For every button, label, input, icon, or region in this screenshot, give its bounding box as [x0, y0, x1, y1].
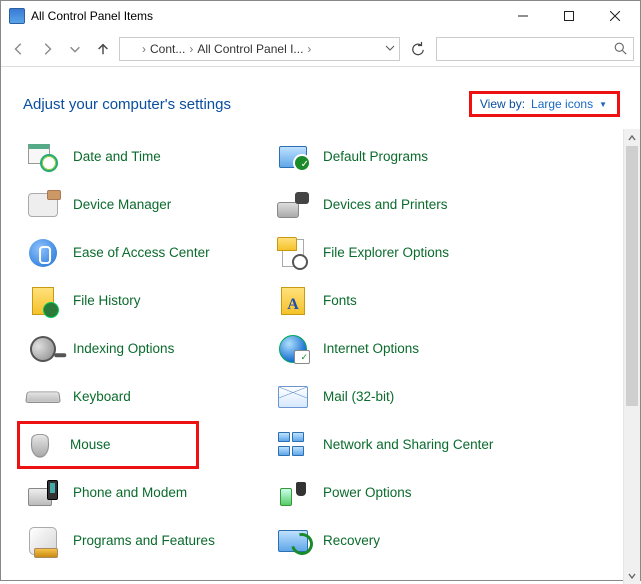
item-indexing-options[interactable]: Indexing Options [21, 325, 271, 373]
indexing-icon [25, 331, 61, 367]
search-input[interactable] [436, 37, 634, 61]
page-title: Adjust your computer's settings [23, 96, 469, 113]
ease-of-access-icon [25, 235, 61, 271]
minimize-button[interactable] [500, 1, 546, 31]
item-fonts[interactable]: A Fonts [271, 277, 591, 325]
item-device-manager[interactable]: Device Manager [21, 181, 271, 229]
mouse-icon [22, 427, 58, 463]
item-recovery[interactable]: Recovery [271, 517, 591, 565]
item-label: Network and Sharing Center [323, 437, 493, 453]
item-power-options[interactable]: Power Options [271, 469, 591, 517]
item-label: File History [73, 293, 141, 309]
item-mouse[interactable]: Mouse [17, 421, 199, 469]
item-label: Fonts [323, 293, 357, 309]
up-button[interactable] [91, 37, 115, 61]
window-title: All Control Panel Items [31, 9, 500, 23]
item-file-history[interactable]: File History [21, 277, 271, 325]
default-programs-icon [275, 139, 311, 175]
file-explorer-options-icon [275, 235, 311, 271]
caret-down-icon: ▼ [599, 100, 607, 109]
item-default-programs[interactable]: Default Programs [271, 133, 591, 181]
breadcrumb-seg-1[interactable]: Cont... [150, 42, 185, 56]
clock-icon [25, 139, 61, 175]
content-header: Adjust your computer's settings View by:… [1, 67, 640, 129]
item-file-explorer-options[interactable]: File Explorer Options [271, 229, 591, 277]
item-label: Date and Time [73, 149, 161, 165]
item-label: Power Options [323, 485, 412, 501]
view-by-label: View by: [480, 97, 525, 111]
mail-icon [275, 379, 311, 415]
chevron-icon: › [189, 42, 193, 56]
scroll-up-button[interactable] [624, 129, 640, 146]
item-label: Devices and Printers [323, 197, 448, 213]
item-label: File Explorer Options [323, 245, 449, 261]
forward-button[interactable] [35, 37, 59, 61]
item-label: Mouse [70, 437, 111, 453]
item-label: Keyboard [73, 389, 131, 405]
item-programs-and-features[interactable]: Programs and Features [21, 517, 271, 565]
chevron-icon: › [307, 42, 311, 56]
window-buttons [500, 1, 638, 31]
items-grid: Date and Time Default Programs Device Ma… [21, 133, 640, 565]
item-label: Mail (32-bit) [323, 389, 394, 405]
network-sharing-icon [275, 427, 311, 463]
fonts-icon: A [275, 283, 311, 319]
back-button[interactable] [7, 37, 31, 61]
scrollbar[interactable] [623, 129, 640, 584]
item-label: Recovery [323, 533, 380, 549]
search-icon [614, 42, 627, 55]
item-label: Indexing Options [73, 341, 174, 357]
device-manager-icon [25, 187, 61, 223]
item-label: Internet Options [323, 341, 419, 357]
address-bar[interactable]: › Cont... › All Control Panel I... › [119, 37, 400, 61]
item-label: Phone and Modem [73, 485, 187, 501]
maximize-button[interactable] [546, 1, 592, 31]
control-panel-icon [9, 8, 25, 24]
chevron-icon: › [142, 42, 146, 56]
item-mail[interactable]: Mail (32-bit) [271, 373, 591, 421]
devices-printers-icon [275, 187, 311, 223]
keyboard-icon [25, 379, 61, 415]
item-phone-and-modem[interactable]: Phone and Modem [21, 469, 271, 517]
item-ease-of-access-center[interactable]: Ease of Access Center [21, 229, 271, 277]
view-by-selector[interactable]: View by: Large icons ▼ [469, 91, 620, 117]
phone-modem-icon [25, 475, 61, 511]
navbar: › Cont... › All Control Panel I... › [1, 31, 640, 67]
item-devices-and-printers[interactable]: Devices and Printers [271, 181, 591, 229]
recent-locations-button[interactable] [63, 37, 87, 61]
refresh-button[interactable] [404, 37, 432, 61]
item-label: Ease of Access Center [73, 245, 210, 261]
item-network-and-sharing-center[interactable]: Network and Sharing Center [271, 421, 591, 469]
path-icon [124, 42, 138, 56]
path-dropdown-button[interactable] [385, 42, 395, 56]
close-button[interactable] [592, 1, 638, 31]
view-by-value: Large icons [531, 97, 593, 111]
breadcrumb-seg-2[interactable]: All Control Panel I... [197, 42, 303, 56]
item-label: Default Programs [323, 149, 428, 165]
power-options-icon [275, 475, 311, 511]
item-label: Programs and Features [73, 533, 215, 549]
internet-options-icon [275, 331, 311, 367]
recovery-icon [275, 523, 311, 559]
file-history-icon [25, 283, 61, 319]
scroll-thumb[interactable] [626, 146, 638, 406]
content-area: Date and Time Default Programs Device Ma… [1, 129, 640, 584]
item-keyboard[interactable]: Keyboard [21, 373, 271, 421]
titlebar: All Control Panel Items [1, 1, 640, 31]
scroll-down-button[interactable] [624, 567, 640, 584]
item-date-and-time[interactable]: Date and Time [21, 133, 271, 181]
item-label: Device Manager [73, 197, 171, 213]
programs-features-icon [25, 523, 61, 559]
item-internet-options[interactable]: Internet Options [271, 325, 591, 373]
